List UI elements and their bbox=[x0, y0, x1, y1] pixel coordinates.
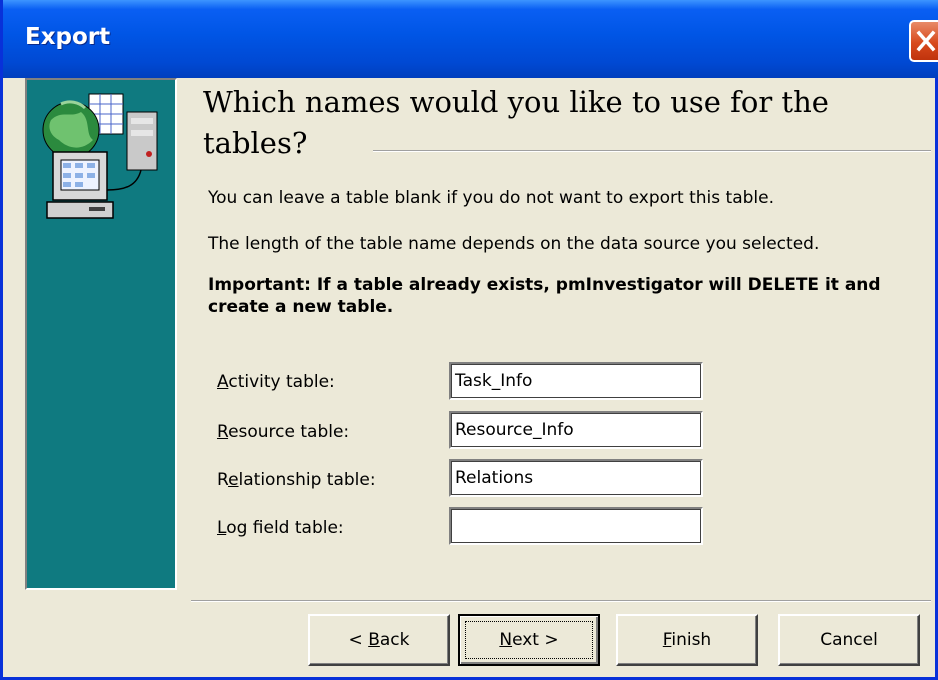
back-button[interactable]: < Back bbox=[308, 614, 450, 666]
export-dialog: Export Which names would you like to use… bbox=[0, 0, 938, 680]
log-field-table-label: Log field table: bbox=[217, 518, 344, 538]
activity-table-input[interactable]: Task_Info bbox=[449, 362, 703, 400]
button-divider bbox=[191, 600, 931, 602]
computer-network-illustration bbox=[42, 93, 158, 219]
wizard-side-panel bbox=[25, 78, 177, 590]
next-button[interactable]: Next > bbox=[458, 614, 600, 666]
close-button[interactable] bbox=[909, 20, 938, 62]
close-icon bbox=[916, 30, 936, 52]
log-field-table-input[interactable] bbox=[449, 507, 703, 545]
info-blank-table: You can leave a table blank if you do no… bbox=[208, 188, 774, 208]
resource-table-label: Resource table: bbox=[217, 422, 350, 442]
heading-divider bbox=[373, 150, 931, 152]
relationship-table-input[interactable]: Relations bbox=[449, 459, 703, 497]
window-title: Export bbox=[25, 24, 111, 50]
info-name-length: The length of the table name depends on … bbox=[208, 234, 820, 254]
relationship-table-label: Relationship table: bbox=[217, 470, 376, 490]
cancel-button[interactable]: Cancel bbox=[778, 614, 920, 666]
important-warning: Important: If a table already exists, pm… bbox=[208, 275, 881, 317]
activity-table-label: Activity table: bbox=[217, 372, 335, 392]
title-bar: Export bbox=[3, 0, 938, 78]
finish-button[interactable]: Finish bbox=[616, 614, 758, 666]
resource-table-input[interactable]: Resource_Info bbox=[449, 411, 703, 449]
